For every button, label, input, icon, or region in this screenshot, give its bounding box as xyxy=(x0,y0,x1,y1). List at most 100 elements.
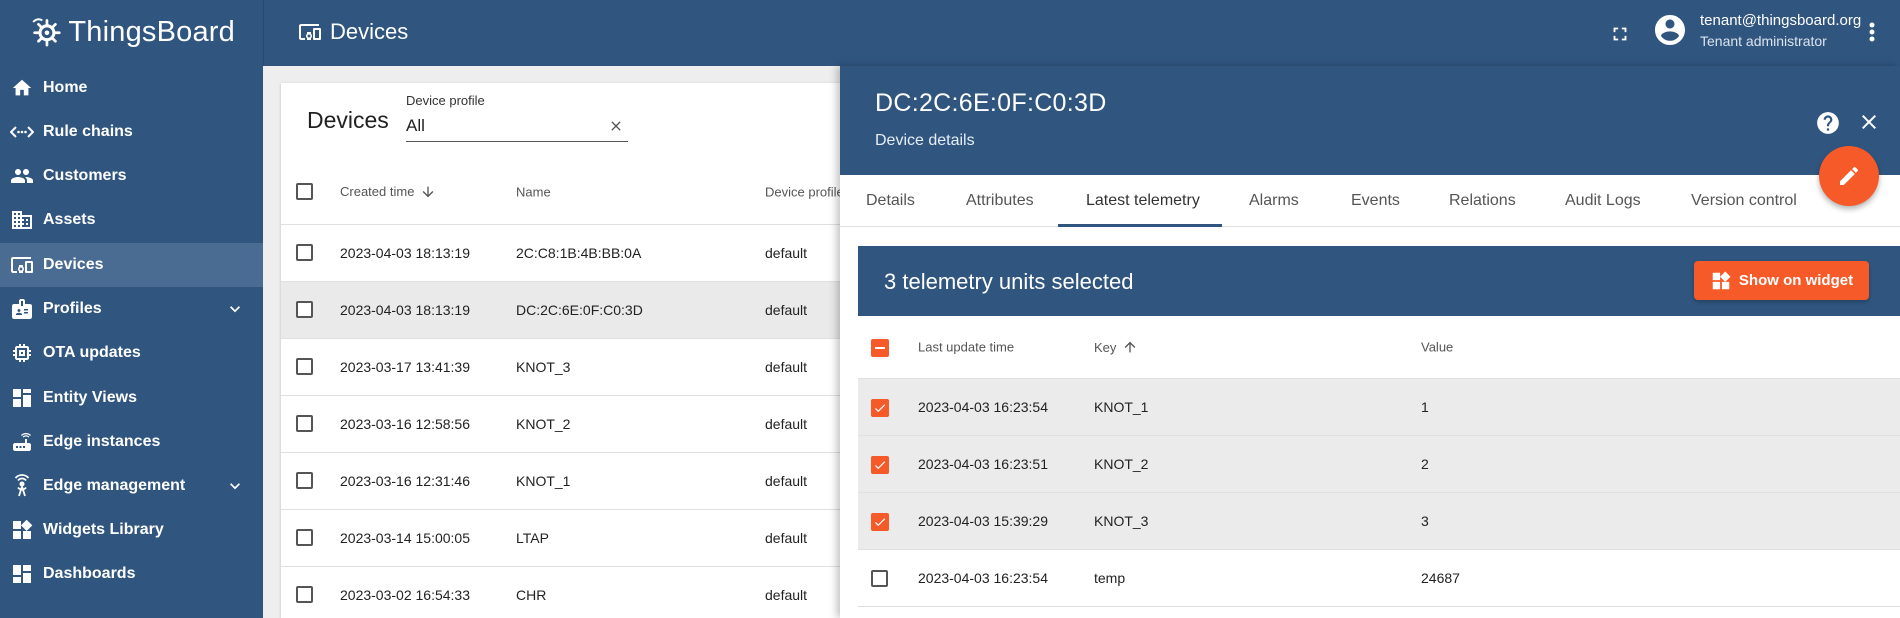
tab-latest-telemetry[interactable]: Latest telemetry xyxy=(1086,175,1200,227)
created-time-cell: 2023-04-03 18:13:19 xyxy=(340,245,470,261)
sidebar-item-edge-instances[interactable]: Edge instances xyxy=(0,420,263,464)
profile-cell: default xyxy=(765,416,808,432)
sidebar-item-assets[interactable]: Assets xyxy=(0,198,263,242)
sidebar-item-widgets-library[interactable]: Widgets Library xyxy=(0,508,263,552)
profile-cell: default xyxy=(765,473,808,489)
device-profile-filter[interactable]: All xyxy=(406,110,628,142)
table-row[interactable]: 2023-03-14 15:00:05 LTAP default xyxy=(281,510,841,567)
home-icon xyxy=(10,76,34,100)
name-cell: KNOT_2 xyxy=(516,416,571,432)
table-row[interactable]: 2023-04-03 18:13:19 DC:2C:6E:0F:C0:3D de… xyxy=(281,282,841,339)
row-checkbox[interactable] xyxy=(296,244,313,261)
select-all-checkbox[interactable] xyxy=(296,183,313,200)
sidebar-item-profiles[interactable]: Profiles xyxy=(0,287,263,331)
topbar-divider xyxy=(263,0,264,66)
top-bar: ThingsBoard Devices tenant@thingsboard.o… xyxy=(0,0,1900,66)
tab-audit-logs[interactable]: Audit Logs xyxy=(1565,175,1641,227)
close-icon xyxy=(1862,115,1876,129)
sidebar-item-edge-management[interactable]: Edge management xyxy=(0,464,263,508)
chevron-down-icon[interactable] xyxy=(225,476,245,496)
page-title: Devices xyxy=(298,19,408,45)
table-row[interactable]: 2023-04-03 15:39:29 KNOT_3 3 xyxy=(858,493,1900,550)
column-label: Key xyxy=(1094,339,1117,355)
table-row[interactable]: 2023-04-03 18:13:19 2C:C8:1B:4B:BB:0A de… xyxy=(281,225,841,282)
row-checkbox[interactable] xyxy=(871,570,888,587)
ota-icon xyxy=(10,341,34,365)
edge-management-icon xyxy=(10,474,34,498)
avatar[interactable] xyxy=(1652,12,1688,48)
checkmark-icon xyxy=(874,461,886,470)
sidebar-item-ota-updates[interactable]: OTA updates xyxy=(0,331,263,375)
sidebar-item-label: Edge management xyxy=(43,477,186,494)
more-menu-button[interactable] xyxy=(1862,18,1882,46)
row-checkbox[interactable] xyxy=(871,513,889,531)
tab-alarms[interactable]: Alarms xyxy=(1249,175,1299,227)
row-checkbox[interactable] xyxy=(296,358,313,375)
account-circle-icon xyxy=(1655,15,1685,45)
column-last-update-time[interactable]: Last update time xyxy=(918,340,1014,355)
sidebar-item-home[interactable]: Home xyxy=(0,66,263,110)
fullscreen-button[interactable] xyxy=(1606,20,1634,48)
tab-relations[interactable]: Relations xyxy=(1449,175,1516,227)
app-logo[interactable]: ThingsBoard xyxy=(30,10,235,54)
devices-table-card: Devices Device profile All Created time … xyxy=(281,83,844,618)
devices-icon xyxy=(299,24,321,40)
row-checkbox[interactable] xyxy=(296,301,313,318)
table-row[interactable]: 2023-03-16 12:31:46 KNOT_1 default xyxy=(281,453,841,510)
select-all-checkbox[interactable] xyxy=(871,339,889,357)
clear-icon[interactable] xyxy=(608,118,624,134)
value-cell: 2 xyxy=(1421,456,1429,472)
arrow-down-icon xyxy=(423,186,434,197)
table-row[interactable]: 2023-03-17 13:41:39 KNOT_3 default xyxy=(281,339,841,396)
user-email[interactable]: tenant@thingsboard.org xyxy=(1700,12,1861,29)
column-device-profile[interactable]: Device profile xyxy=(765,184,844,199)
tab-details[interactable]: Details xyxy=(866,175,915,227)
created-time-cell: 2023-03-14 15:00:05 xyxy=(340,530,470,546)
table-row[interactable]: 2023-04-03 16:23:54 temp 24687 xyxy=(858,550,1900,607)
sidebar-item-label: Edge instances xyxy=(43,433,161,450)
row-checkbox[interactable] xyxy=(296,415,313,432)
rule-chains-icon xyxy=(10,120,34,144)
tab-version-control[interactable]: Version control xyxy=(1691,175,1797,227)
sidebar-item-customers[interactable]: Customers xyxy=(0,154,263,198)
sidebar-item-devices[interactable]: Devices xyxy=(0,243,263,287)
sidebar-item-entity-views[interactable]: Entity Views xyxy=(0,376,263,420)
table-row[interactable]: 2023-04-03 16:23:51 KNOT_2 2 xyxy=(858,436,1900,493)
last-update-cell: 2023-04-03 16:23:54 xyxy=(918,570,1048,586)
show-on-widget-button[interactable]: Show on widget xyxy=(1694,261,1869,300)
tab-events[interactable]: Events xyxy=(1351,175,1400,227)
help-button[interactable] xyxy=(1815,110,1841,136)
close-button[interactable] xyxy=(1857,110,1881,134)
column-created-time[interactable]: Created time xyxy=(340,184,436,200)
sidebar-item-dashboards[interactable]: Dashboards xyxy=(0,552,263,596)
table-row[interactable]: 2023-04-03 16:23:54 KNOT_1 1 xyxy=(858,379,1900,436)
created-time-cell: 2023-03-16 12:58:56 xyxy=(340,416,470,432)
column-key[interactable]: Key xyxy=(1094,339,1138,355)
row-checkbox[interactable] xyxy=(296,586,313,603)
key-cell: KNOT_3 xyxy=(1094,513,1149,529)
help-icon xyxy=(1817,112,1839,134)
checkmark-icon xyxy=(874,518,886,527)
row-checkbox[interactable] xyxy=(296,529,313,546)
value-cell: 1 xyxy=(1421,399,1429,415)
fullscreen-icon xyxy=(1613,27,1627,41)
column-name[interactable]: Name xyxy=(516,184,551,199)
column-value[interactable]: Value xyxy=(1421,340,1453,355)
row-checkbox[interactable] xyxy=(871,456,889,474)
table-row[interactable]: 2023-03-16 12:58:56 KNOT_2 default xyxy=(281,396,841,453)
chevron-down-icon[interactable] xyxy=(225,299,245,319)
profile-cell: default xyxy=(765,302,808,318)
profile-cell: default xyxy=(765,245,808,261)
selection-count-title: 3 telemetry units selected xyxy=(884,269,1134,294)
thingsboard-logo-icon xyxy=(32,18,61,47)
arrow-up-icon xyxy=(1125,341,1136,353)
row-checkbox[interactable] xyxy=(871,399,889,417)
tab-attributes[interactable]: Attributes xyxy=(966,175,1034,227)
table-row[interactable]: 2023-03-02 16:54:33 CHR default xyxy=(281,567,841,618)
more-vert-icon xyxy=(1869,22,1875,42)
created-time-cell: 2023-04-03 18:13:19 xyxy=(340,302,470,318)
row-checkbox[interactable] xyxy=(296,472,313,489)
key-cell: KNOT_1 xyxy=(1094,399,1149,415)
sidebar-item-rule-chains[interactable]: Rule chains xyxy=(0,110,263,154)
sidebar-item-label: Devices xyxy=(43,256,104,273)
